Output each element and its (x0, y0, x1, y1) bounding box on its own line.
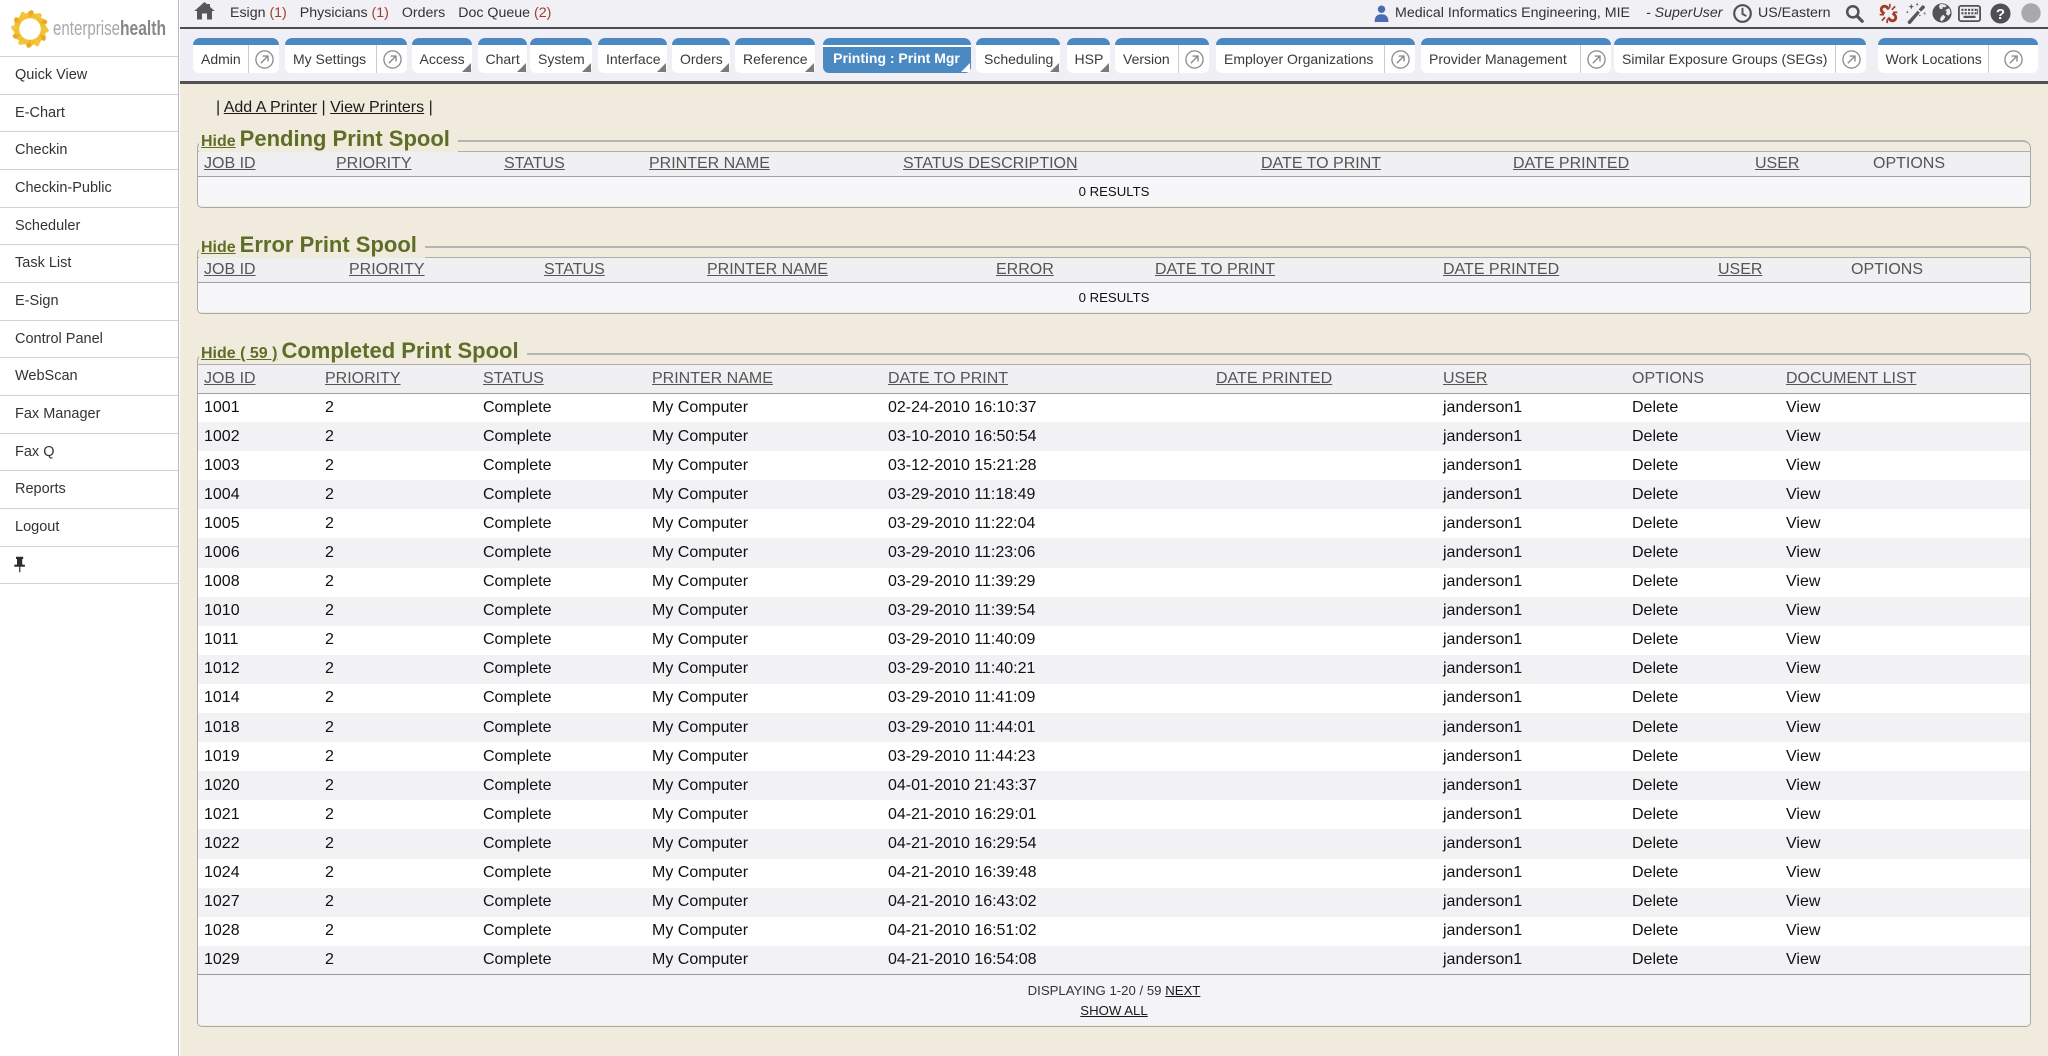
svg-text:enterprise: enterprise (53, 18, 120, 40)
svg-text:health: health (120, 18, 166, 40)
svg-text:?: ? (1996, 6, 2005, 23)
